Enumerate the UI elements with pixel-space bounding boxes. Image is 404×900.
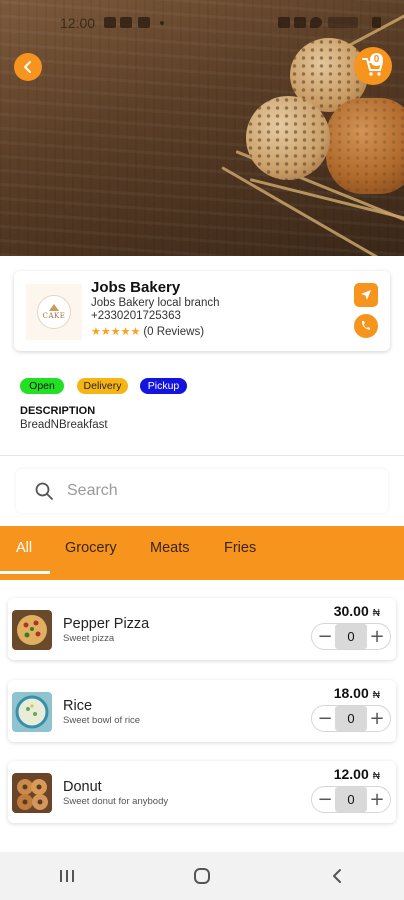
more-notifications-icon (160, 21, 164, 25)
signal-icon (328, 17, 358, 28)
cake-logo-icon: CAKE (37, 295, 71, 329)
price-value: 12.00 (333, 766, 369, 782)
divider (0, 455, 404, 456)
price-value: 18.00 (333, 685, 369, 701)
battery-icon (372, 17, 381, 28)
store-rating: ★★★★★ (0 Reviews) (91, 325, 205, 339)
product-item[interactable]: Pepper Pizza Sweet pizza 30.00 ₦ − 0 + (8, 598, 396, 660)
search-input[interactable] (67, 482, 347, 500)
status-time: 12:00 (60, 15, 96, 31)
home-icon (193, 868, 210, 884)
tab-grocery[interactable]: Grocery (65, 540, 117, 556)
mute-icon (294, 17, 306, 28)
quantity-value[interactable]: 0 (335, 706, 367, 731)
product-name: Rice (63, 698, 93, 714)
store-logo: CAKE (26, 284, 82, 340)
bread-loaf (246, 96, 330, 180)
search-bar[interactable] (16, 469, 388, 513)
recent-apps-icon (60, 870, 75, 882)
naira-currency: ₦ (372, 771, 380, 782)
system-navigation-bar (0, 852, 404, 900)
call-button[interactable] (354, 314, 378, 338)
increase-quantity-button[interactable]: + (368, 708, 386, 730)
product-image (12, 610, 52, 650)
location-icon (310, 17, 322, 28)
increase-quantity-button[interactable]: + (368, 789, 386, 811)
product-image (12, 692, 52, 732)
product-name: Pepper Pizza (63, 616, 150, 632)
system-back-button[interactable] (307, 856, 367, 896)
recent-apps-button[interactable] (37, 856, 97, 896)
quantity-value[interactable]: 0 (335, 624, 367, 649)
notification-icon (120, 17, 132, 28)
status-bar: 12:00 (0, 0, 404, 44)
store-branch: Jobs Bakery local branch (91, 297, 220, 309)
search-icon (35, 482, 53, 500)
quantity-stepper: − 0 + (311, 786, 391, 813)
product-name: Donut (63, 779, 102, 795)
bread-loaf (326, 98, 404, 194)
pickup-badge: Pickup (140, 378, 187, 394)
product-image (12, 773, 52, 813)
back-chevron-icon (332, 869, 341, 883)
decrease-quantity-button[interactable]: − (316, 789, 334, 811)
reviews-count: (0 Reviews) (143, 325, 205, 338)
youtube-icon (138, 17, 150, 28)
chevron-left-icon (24, 61, 31, 73)
product-price: 18.00 ₦ (334, 685, 380, 701)
product-price: 30.00 ₦ (334, 603, 380, 619)
logo-text: CAKE (42, 312, 66, 320)
notification-icon (104, 17, 116, 28)
naira-currency: ₦ (372, 690, 380, 701)
back-button[interactable] (14, 53, 42, 81)
product-item[interactable]: Rice Sweet bowl of rice 18.00 ₦ − 0 + (8, 680, 396, 742)
hero-banner-image: 12:00 0 (0, 0, 404, 256)
naira-currency: ₦ (372, 608, 380, 619)
quantity-stepper: − 0 + (311, 623, 391, 650)
description-heading: DESCRIPTION (20, 405, 96, 417)
home-button[interactable] (172, 856, 232, 896)
delivery-badge: Delivery (77, 378, 128, 394)
decrease-quantity-button[interactable]: − (316, 626, 334, 648)
product-price: 12.00 ₦ (334, 766, 380, 782)
cart-button[interactable]: 0 (354, 47, 392, 85)
tab-meats[interactable]: Meats (150, 540, 190, 556)
product-description: Sweet bowl of rice (63, 715, 141, 726)
active-tab-indicator (0, 571, 50, 574)
store-info-card: CAKE Jobs Bakery Jobs Bakery local branc… (14, 271, 390, 351)
quantity-stepper: − 0 + (311, 705, 391, 732)
category-tab-bar: All Grocery Meats Fries (0, 526, 404, 580)
rating-stars-icon: ★★★★★ (91, 326, 141, 338)
product-description: Sweet donut for anybody (63, 796, 169, 807)
store-phone: +2330201725363 (91, 310, 181, 322)
tab-fries[interactable]: Fries (224, 540, 256, 556)
directions-button[interactable] (354, 283, 378, 307)
product-item[interactable]: Donut Sweet donut for anybody 12.00 ₦ − 0… (8, 761, 396, 823)
description-text: BreadNBreakfast (20, 419, 108, 431)
decrease-quantity-button[interactable]: − (316, 708, 334, 730)
navigation-arrow-icon (361, 290, 371, 300)
price-value: 30.00 (333, 603, 369, 619)
open-status-badge: Open (20, 378, 64, 394)
quantity-value[interactable]: 0 (335, 787, 367, 812)
product-description: Sweet pizza (63, 633, 115, 644)
tab-all[interactable]: All (16, 540, 32, 556)
alarm-icon (278, 17, 290, 28)
phone-icon (362, 321, 370, 330)
store-name: Jobs Bakery (91, 279, 181, 296)
increase-quantity-button[interactable]: + (368, 626, 386, 648)
app-root: 12:00 0 CAKE Jobs Bakery Jobs Bakery loc… (0, 0, 404, 900)
cart-count-badge: 0 (370, 53, 383, 66)
